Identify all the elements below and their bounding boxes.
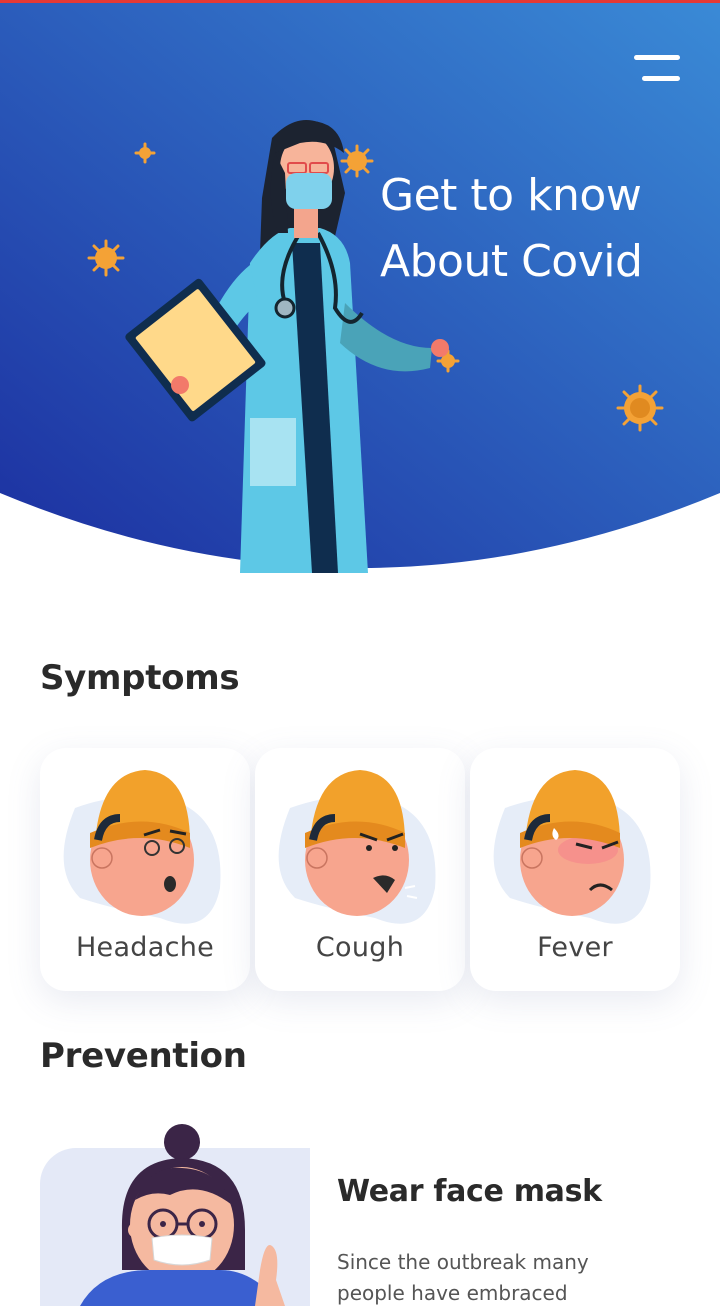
symptom-label-cough: Cough — [315, 932, 405, 963]
prevention-item-description: Since the outbreak many people have embr… — [337, 1250, 589, 1305]
headache-face-illustration — [63, 770, 221, 924]
symptoms-section-title: Symptoms — [40, 658, 240, 698]
hero-title: Get to know About Covid — [380, 163, 700, 295]
cough-face-illustration — [278, 770, 436, 924]
hamburger-menu-icon-line — [642, 76, 680, 81]
fever-face-illustration — [493, 770, 651, 924]
hero-title-line2: About Covid — [380, 236, 643, 287]
symptom-label-fever: Fever — [537, 932, 613, 963]
prevention-section-title: Prevention — [40, 1036, 247, 1076]
menu-button[interactable] — [628, 53, 686, 89]
prevention-item-heading: Wear face mask — [337, 1174, 602, 1209]
symptom-label-headache: Headache — [75, 932, 215, 963]
hero-title-line1: Get to know — [380, 170, 642, 221]
symptom-card-cough[interactable]: Cough — [255, 748, 465, 991]
hero-banner: Get to know About Covid — [0, 3, 720, 578]
woman-wearing-mask-illustration — [80, 1124, 285, 1306]
hamburger-menu-icon — [634, 55, 680, 60]
symptom-card-fever[interactable]: Fever — [470, 748, 680, 991]
symptom-card-headache[interactable]: Headache — [40, 748, 250, 991]
